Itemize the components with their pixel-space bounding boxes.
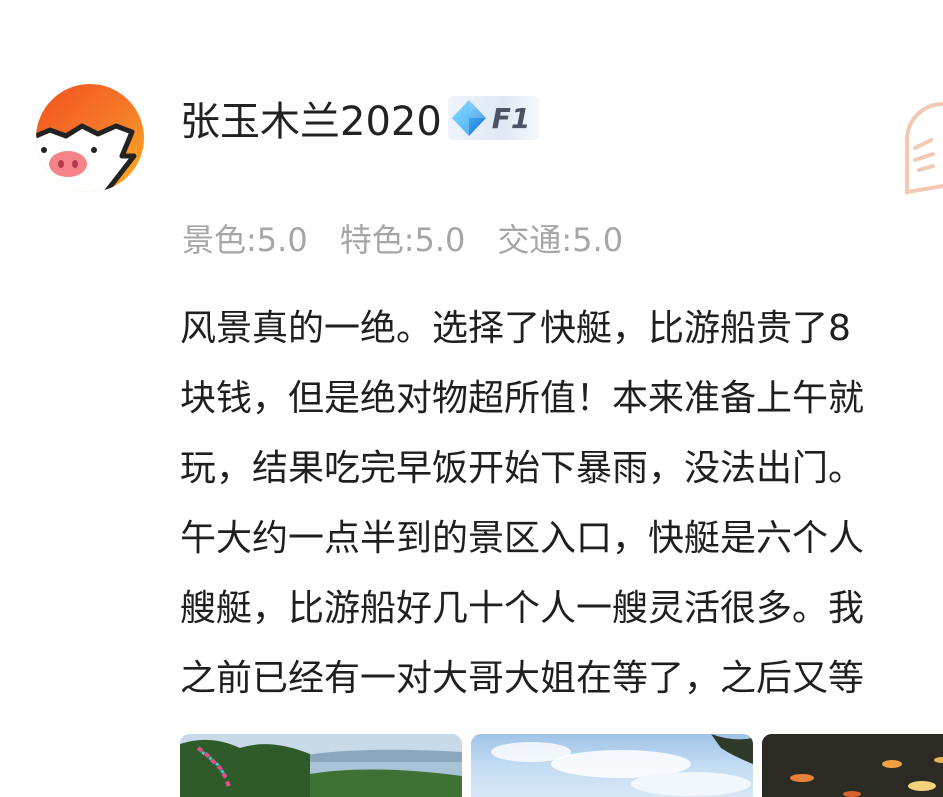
- username[interactable]: 张玉木兰2020: [180, 89, 442, 147]
- review-line: 午大约一点半到的景区入口，快艇是六个人: [180, 518, 865, 559]
- review-line: 之前已经有一对大哥大姐在等了，之后又等: [180, 658, 865, 699]
- avatar[interactable]: [36, 84, 144, 192]
- review-photo[interactable]: [762, 734, 943, 797]
- diamond-icon: [451, 100, 486, 136]
- ratings-row: 景色:5.0 特色:5.0 交通:5.0: [182, 216, 655, 260]
- review-line: 风景真的一绝。选择了快艇，比游船贵了8: [180, 308, 851, 349]
- pig-avatar-icon: [36, 84, 144, 192]
- review-photo[interactable]: [180, 734, 462, 797]
- rating-features: 特色:5.0: [339, 221, 466, 259]
- review-card: 张玉木兰2020 F1 景色:5.0 特色:5.0 交通:5.0 风景真的一绝。…: [0, 0, 943, 797]
- rating-transport: 交通:5.0: [497, 221, 624, 259]
- review-photo[interactable]: [471, 734, 753, 797]
- user-header: 张玉木兰2020 F1: [180, 89, 541, 147]
- review-body[interactable]: 风景真的一绝。选择了快艇，比游船贵了8 块钱，但是绝对物超所值！本来准备上午就 …: [180, 294, 943, 714]
- stamp-icon: [903, 100, 943, 196]
- review-line: 块钱，但是绝对物超所值！本来准备上午就: [180, 378, 865, 419]
- level-badge[interactable]: F1: [447, 96, 541, 140]
- review-line: 艘艇，比游船好几十个人一艘灵活很多。我: [180, 588, 865, 629]
- rating-scenery: 景色:5.0: [182, 221, 308, 259]
- level-label: F1: [491, 101, 531, 135]
- text-fade-overlay: [880, 646, 943, 716]
- review-line: 玩，结果吃完早饭开始下暴雨，没法出门。: [180, 448, 865, 489]
